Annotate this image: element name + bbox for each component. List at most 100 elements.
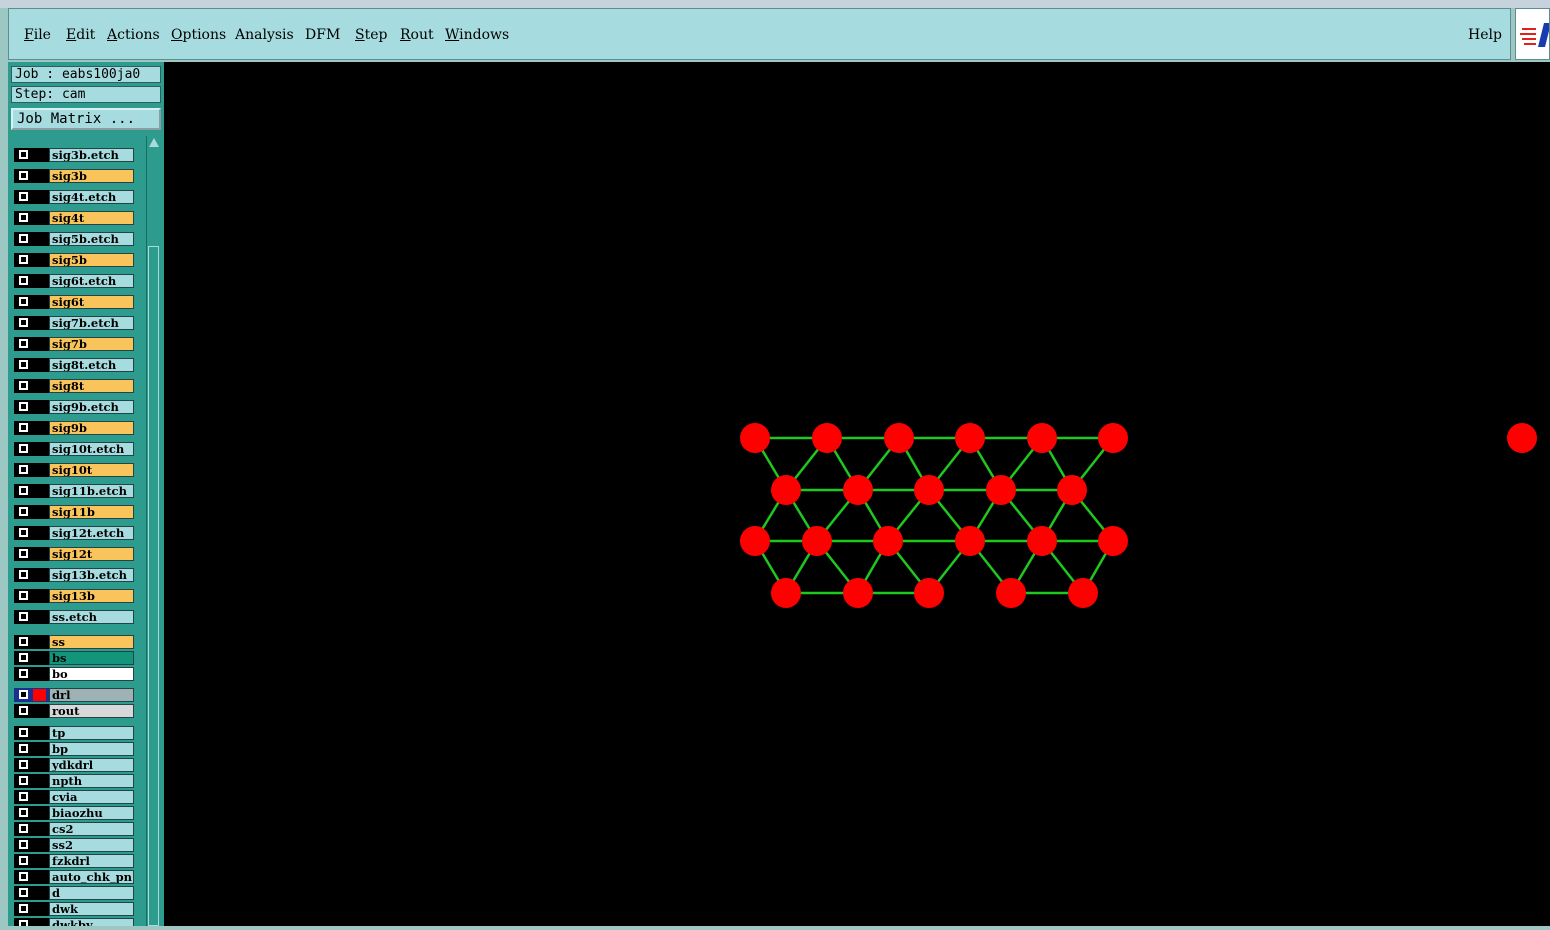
layer-checkbox[interactable] [19, 591, 28, 600]
menu-dfm[interactable]: DFM [305, 27, 340, 43]
scroll-up-icon[interactable] [149, 138, 159, 147]
layer-label[interactable]: npth [49, 774, 134, 788]
layer-row-sig10t[interactable]: sig10t [14, 463, 136, 477]
menu-step[interactable]: Step [355, 27, 387, 43]
layer-checkbox[interactable] [19, 612, 28, 621]
layer-label[interactable]: sig12t [49, 547, 134, 561]
layer-row-sig6t[interactable]: sig6t [14, 295, 136, 309]
layer-label[interactable]: d [49, 886, 134, 900]
layer-label[interactable]: sig9b.etch [49, 400, 134, 414]
layer-checkbox[interactable] [19, 171, 28, 180]
job-matrix-button[interactable]: Job Matrix ... [11, 108, 161, 130]
layer-row-sig7b-etch[interactable]: sig7b.etch [14, 316, 136, 330]
layer-label[interactable]: sig11b [49, 505, 134, 519]
layer-color-swatch[interactable] [33, 689, 46, 701]
layer-checkbox[interactable] [19, 507, 28, 516]
layer-checkbox[interactable] [19, 653, 28, 662]
layer-label[interactable]: fzkdrl [49, 854, 134, 868]
layer-row-sig4t[interactable]: sig4t [14, 211, 136, 225]
menu-help[interactable]: Help [1468, 27, 1502, 43]
layer-label[interactable]: sig10t.etch [49, 442, 134, 456]
layer-checkbox[interactable] [19, 423, 28, 432]
layer-checkbox[interactable] [19, 276, 28, 285]
layer-label[interactable]: sig10t [49, 463, 134, 477]
layer-row-sig5b-etch[interactable]: sig5b.etch [14, 232, 136, 246]
layer-checkbox[interactable] [19, 150, 28, 159]
layer-checkbox[interactable] [19, 760, 28, 769]
layer-label[interactable]: ss.etch [49, 610, 134, 624]
menu-actions[interactable]: Actions [107, 27, 160, 43]
layer-label[interactable]: sig5b.etch [49, 232, 134, 246]
layer-label[interactable]: bp [49, 742, 134, 756]
layer-label[interactable]: drl [49, 688, 134, 702]
layer-checkbox[interactable] [19, 792, 28, 801]
layer-label[interactable]: sig13b [49, 589, 134, 603]
layer-checkbox[interactable] [19, 920, 28, 926]
layer-label[interactable]: sig7b [49, 337, 134, 351]
layer-label[interactable]: dwkby [49, 918, 134, 926]
layer-checkbox[interactable] [19, 824, 28, 833]
layer-row-sig11b[interactable]: sig11b [14, 505, 136, 519]
layer-row-bp[interactable]: bp [14, 742, 136, 756]
layer-row-dwkby[interactable]: dwkby [14, 918, 136, 926]
layer-checkbox[interactable] [19, 318, 28, 327]
layer-checkbox[interactable] [19, 872, 28, 881]
layer-checkbox[interactable] [19, 549, 28, 558]
layer-label[interactable]: sig8t.etch [49, 358, 134, 372]
layer-checkbox[interactable] [19, 192, 28, 201]
layer-row-sig9b-etch[interactable]: sig9b.etch [14, 400, 136, 414]
layer-checkbox[interactable] [19, 381, 28, 390]
layer-label[interactable]: bs [49, 651, 134, 665]
layer-checkbox[interactable] [19, 486, 28, 495]
layer-row-fzkdrl[interactable]: fzkdrl [14, 854, 136, 868]
layer-row-cvia[interactable]: cvia [14, 790, 136, 804]
menu-analysis[interactable]: Analysis [235, 27, 294, 43]
layer-label[interactable]: sig8t [49, 379, 134, 393]
layer-row-cs2[interactable]: cs2 [14, 822, 136, 836]
layer-row-ss[interactable]: ss [14, 635, 136, 649]
scroll-thumb[interactable] [148, 246, 159, 926]
layer-label[interactable]: cs2 [49, 822, 134, 836]
menu-rout[interactable]: Rout [400, 27, 434, 43]
layer-checkbox[interactable] [19, 444, 28, 453]
layer-label[interactable]: biaozhu [49, 806, 134, 820]
layer-row-ydkdrl[interactable]: ydkdrl [14, 758, 136, 772]
layer-checkbox[interactable] [19, 669, 28, 678]
layer-label[interactable]: sig11b.etch [49, 484, 134, 498]
layer-label[interactable]: cvia [49, 790, 134, 804]
layer-checkbox[interactable] [19, 744, 28, 753]
layer-label[interactable]: sig6t.etch [49, 274, 134, 288]
layer-label[interactable]: ss [49, 635, 134, 649]
layer-row-sig6t-etch[interactable]: sig6t.etch [14, 274, 136, 288]
layer-label[interactable]: sig6t [49, 295, 134, 309]
layer-label[interactable]: sig13b.etch [49, 568, 134, 582]
layer-row-biaozhu[interactable]: biaozhu [14, 806, 136, 820]
layer-checkbox[interactable] [19, 570, 28, 579]
layer-label[interactable]: sig9b [49, 421, 134, 435]
layer-checkbox[interactable] [19, 690, 28, 699]
layer-row-bo[interactable]: bo [14, 667, 136, 681]
layer-label[interactable]: ss2 [49, 838, 134, 852]
layer-label[interactable]: tp [49, 726, 134, 740]
layer-checkbox[interactable] [19, 360, 28, 369]
layer-row-sig4t-etch[interactable]: sig4t.etch [14, 190, 136, 204]
menu-windows[interactable]: Windows [445, 27, 509, 43]
layer-row-ss2[interactable]: ss2 [14, 838, 136, 852]
layer-checkbox[interactable] [19, 213, 28, 222]
layer-row-sig10t-etch[interactable]: sig10t.etch [14, 442, 136, 456]
layer-label[interactable]: sig4t.etch [49, 190, 134, 204]
layer-row-sig13b-etch[interactable]: sig13b.etch [14, 568, 136, 582]
layer-checkbox[interactable] [19, 728, 28, 737]
layer-label[interactable]: rout [49, 704, 134, 718]
layer-list-scrollbar[interactable] [146, 136, 161, 926]
layer-checkbox[interactable] [19, 840, 28, 849]
layer-checkbox[interactable] [19, 637, 28, 646]
layer-checkbox[interactable] [19, 706, 28, 715]
layer-row-sig3b[interactable]: sig3b [14, 169, 136, 183]
menu-file[interactable]: File [24, 27, 51, 43]
layer-label[interactable]: auto_chk_pn [49, 870, 134, 884]
graphics-canvas[interactable] [164, 62, 1550, 926]
layer-row-sig7b[interactable]: sig7b [14, 337, 136, 351]
layer-checkbox[interactable] [19, 297, 28, 306]
menu-options[interactable]: Options [171, 27, 226, 43]
